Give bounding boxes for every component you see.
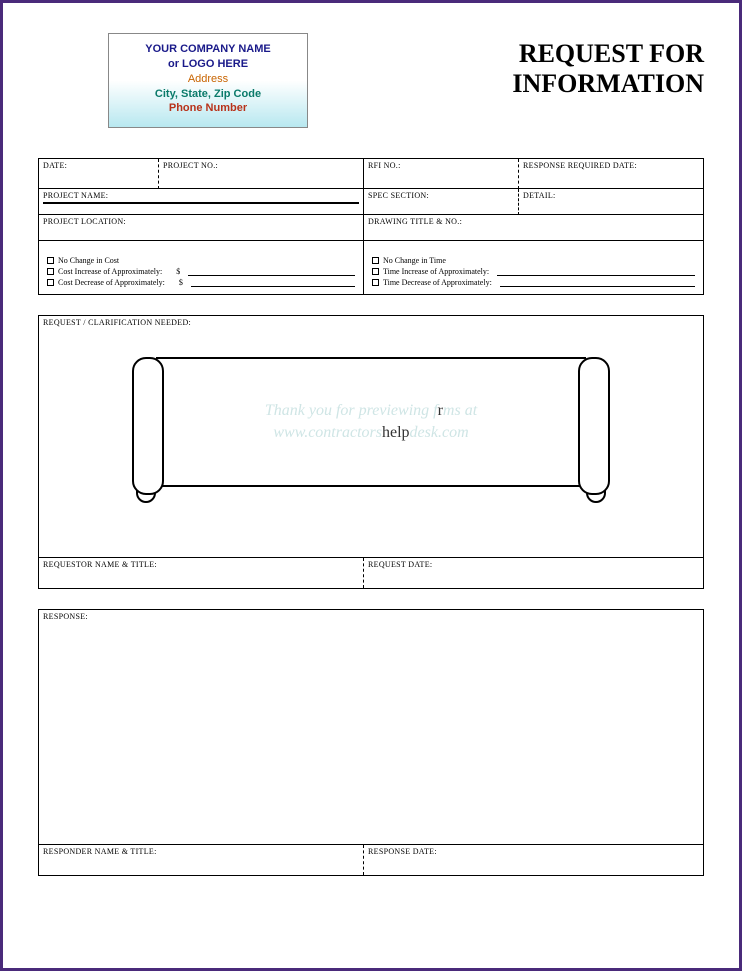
response-cell[interactable]: RESPONSE:: [39, 610, 703, 845]
detail-cell[interactable]: DETAIL:: [519, 189, 703, 215]
project-no-cell[interactable]: PROJECT NO.:: [159, 159, 364, 189]
cost-increase-input[interactable]: [188, 267, 355, 276]
company-name: YOUR COMPANY NAME: [113, 42, 303, 57]
rfi-form-page: YOUR COMPANY NAME or LOGO HERE Address C…: [3, 3, 739, 916]
cost-decrease-row[interactable]: Cost Decrease of Approximately:$: [47, 277, 355, 288]
drawing-title-cell[interactable]: DRAWING TITLE & NO.:: [364, 215, 703, 241]
responder-name-cell[interactable]: RESPONDER NAME & TITLE:: [39, 845, 364, 875]
project-location-cell[interactable]: PROJECT LOCATION:: [39, 215, 364, 241]
company-logo-box: YOUR COMPANY NAME or LOGO HERE Address C…: [108, 33, 308, 128]
date-cell[interactable]: DATE:: [39, 159, 159, 189]
request-box: REQUEST / CLARIFICATION NEEDED: Thank yo…: [38, 315, 704, 589]
company-phone: Phone Number: [113, 101, 303, 116]
checkbox-icon[interactable]: [372, 257, 379, 264]
time-increase-input[interactable]: [497, 267, 695, 276]
checkbox-icon[interactable]: [372, 279, 379, 286]
watermark-text: Thank you for previewing frms at www.con…: [265, 400, 477, 445]
response-date-cell[interactable]: RESPONSE DATE:: [364, 845, 703, 875]
checkbox-icon[interactable]: [372, 268, 379, 275]
info-box: DATE: PROJECT NO.: RFI NO.: RESPONSE REQ…: [38, 158, 704, 295]
watermark-scroll: Thank you for previewing frms at www.con…: [43, 327, 699, 527]
title-line-2: INFORMATION: [512, 69, 704, 99]
cost-increase-row[interactable]: Cost Increase of Approximately:$: [47, 266, 355, 277]
response-required-cell[interactable]: RESPONSE REQUIRED DATE:: [519, 159, 703, 189]
company-address: Address: [113, 72, 303, 87]
time-decrease-input[interactable]: [500, 278, 695, 287]
spec-section-cell[interactable]: SPEC SECTION:: [364, 189, 519, 215]
rfi-no-cell[interactable]: RFI NO.:: [364, 159, 519, 189]
title-line-1: REQUEST FOR: [512, 39, 704, 69]
time-decrease-row[interactable]: Time Decrease of Approximately:: [372, 277, 695, 288]
company-logo: or LOGO HERE: [113, 57, 303, 72]
checkbox-icon[interactable]: [47, 279, 54, 286]
cost-decrease-input[interactable]: [191, 278, 355, 287]
requestor-name-cell[interactable]: REQUESTOR NAME & TITLE:: [39, 558, 364, 588]
cost-changes-cell: No Change in Cost Cost Increase of Appro…: [39, 241, 364, 294]
time-increase-row[interactable]: Time Increase of Approximately:: [372, 266, 695, 277]
header: YOUR COMPANY NAME or LOGO HERE Address C…: [38, 33, 704, 128]
request-clarification-cell[interactable]: REQUEST / CLARIFICATION NEEDED: Thank yo…: [39, 316, 703, 558]
company-city: City, State, Zip Code: [113, 87, 303, 102]
request-date-cell[interactable]: REQUEST DATE:: [364, 558, 703, 588]
time-changes-cell: No Change in Time Time Increase of Appro…: [364, 241, 703, 294]
no-time-change-row[interactable]: No Change in Time: [372, 255, 695, 266]
project-name-cell[interactable]: PROJECT NAME:: [39, 189, 364, 215]
response-box: RESPONSE: RESPONDER NAME & TITLE: RESPON…: [38, 609, 704, 876]
document-title: REQUEST FOR INFORMATION: [512, 33, 704, 128]
checkbox-icon[interactable]: [47, 257, 54, 264]
no-cost-change-row[interactable]: No Change in Cost: [47, 255, 355, 266]
checkbox-icon[interactable]: [47, 268, 54, 275]
